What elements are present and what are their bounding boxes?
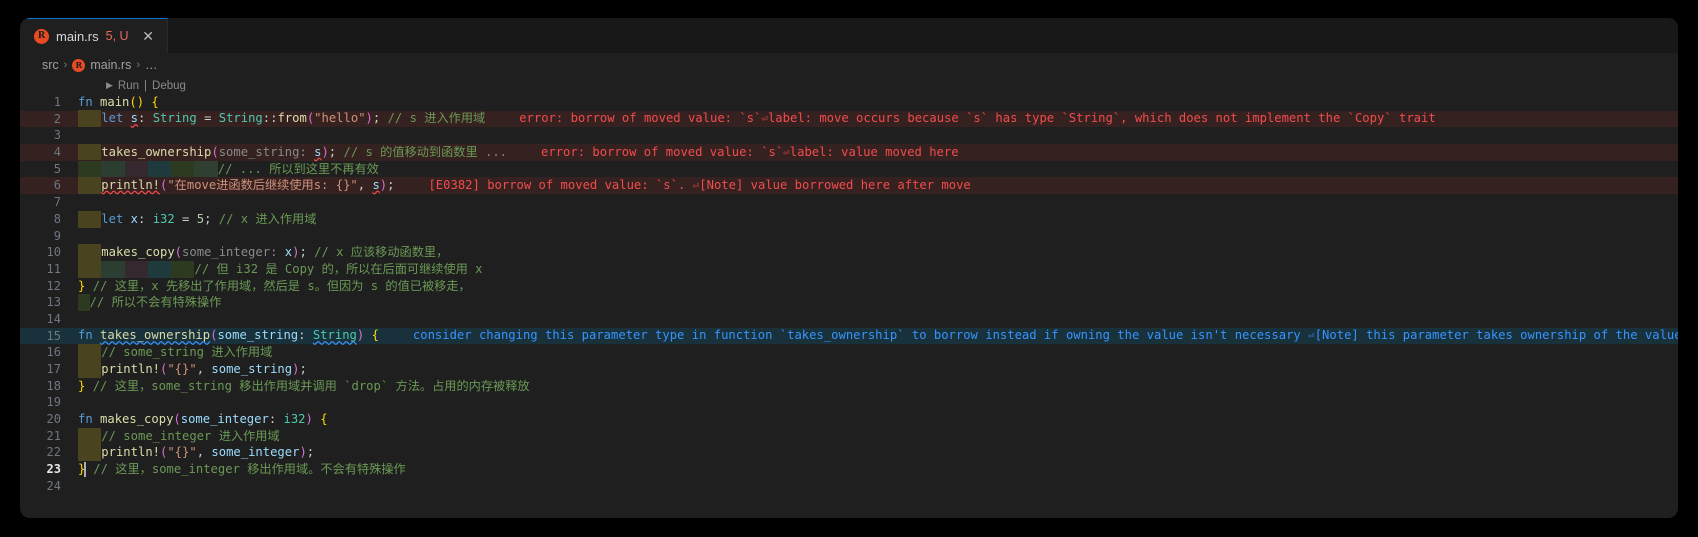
code-lens-debug[interactable]: Debug: [152, 80, 186, 92]
line-number: 15: [46, 328, 61, 343]
line-content: makes_copy(some_integer: x); // x 应该移动函数…: [78, 244, 1678, 261]
play-icon: ▶: [106, 80, 113, 90]
line-number: 19: [46, 395, 61, 410]
line-content: let x: i32 = 5; // x 进入作用域: [78, 210, 1678, 228]
editor-line: 13 // 所以不会有特殊操作: [20, 294, 1678, 311]
line-content: } // 这里，some_string 移出作用域并调用 `drop` 方法。占…: [78, 378, 530, 393]
line-number: 10: [46, 245, 61, 260]
editor-line: 8 let x: i32 = 5; // x 进入作用域: [20, 210, 1678, 228]
editor-line: 22 println!("{}", some_integer);: [20, 444, 1678, 462]
line-content: fn takes_ownership(some_string: String) …: [78, 327, 1678, 345]
editor-line: 14: [20, 311, 1678, 328]
line-number: 20: [46, 412, 61, 427]
line-number: 13: [46, 295, 61, 310]
line-number: 24: [46, 478, 61, 493]
breadcrumb-symbol-ellipsis[interactable]: …: [145, 58, 158, 72]
line-number: 3: [53, 128, 61, 143]
editor-line-error: 4 takes_ownership(some_string: s); // s …: [20, 143, 1678, 162]
line-content: } // 这里，x 先移出了作用域，然后是 s。但因为 s 的值已被移走，: [78, 278, 471, 293]
editor-line: 11 // 但 i32 是 Copy 的，所以在后面可继续使用 x: [20, 260, 1678, 278]
line-content: // ... 所以到这里不再有效: [78, 160, 1678, 178]
editor-tab-bar: R main.rs 5, U ✕: [20, 18, 1678, 53]
line-content: takes_ownership(some_string: s); // s 的值…: [78, 143, 1678, 162]
editor-line-hint: 15 fn takes_ownership(some_string: Strin…: [20, 327, 1678, 345]
editor-line: 12 } // 这里，x 先移出了作用域，然后是 s。但因为 s 的值已被移走，: [20, 278, 1678, 295]
line-number: 8: [53, 211, 61, 226]
line-number: 11: [46, 261, 61, 276]
editor-line-current: 23 } // 这里，some_integer 移出作用域。不会有特殊操作: [20, 461, 1678, 478]
diagnostic-line-6: [E0382] borrow of moved value: `s`. ⏎[No…: [428, 177, 971, 192]
breadcrumb-file-main-rs[interactable]: main.rs: [90, 58, 131, 72]
line-number: 21: [46, 428, 61, 443]
editor-line: 7: [20, 194, 1678, 211]
editor-line: 17 println!("{}", some_string);: [20, 361, 1678, 378]
editor-line: 9: [20, 228, 1678, 245]
rust-file-icon: R: [34, 28, 49, 44]
vscode-window: R main.rs 5, U ✕ src › R main.rs › … ▶ R…: [20, 18, 1678, 518]
line-number: 16: [46, 345, 61, 360]
editor-line-error: 2 let s: String = String::from("hello");…: [20, 110, 1678, 128]
editor-line: 19: [20, 394, 1678, 411]
tab-label: main.rs: [56, 28, 99, 44]
line-content: fn makes_copy(some_integer: i32) {: [78, 412, 328, 427]
line-number: 18: [46, 378, 61, 393]
line-content: fn main() {: [78, 95, 159, 109]
close-icon[interactable]: ✕: [140, 28, 157, 45]
editor-line: 10 makes_copy(some_integer: x); // x 应该移…: [20, 244, 1678, 261]
diagnostic-line-2: error: borrow of moved value: `s`⏎label:…: [519, 111, 1436, 126]
code-lens-run[interactable]: Run: [118, 80, 139, 92]
breadcrumb: src › R main.rs › …: [20, 53, 1678, 77]
line-number: 6: [53, 178, 61, 193]
line-number: 9: [53, 228, 61, 243]
line-number: 22: [46, 445, 61, 460]
chevron-right-icon-2: ›: [136, 59, 140, 71]
diagnostic-line-4: error: borrow of moved value: `s`⏎label:…: [541, 144, 959, 159]
line-number-current: 23: [46, 462, 61, 477]
line-content: // some_integer 进入作用域: [78, 427, 1678, 445]
text-cursor: [84, 462, 86, 478]
tab-main-rs[interactable]: R main.rs 5, U ✕: [20, 18, 168, 53]
tab-problem-badge: 5, U: [105, 29, 129, 43]
editor-line-error: 6 println!("在move进函数后继续使用s: {}", s); [E03…: [20, 176, 1678, 195]
line-content: // some_string 进入作用域: [78, 344, 1678, 361]
code-editor[interactable]: 1 fn main() { 2 let s: String = String::…: [20, 94, 1678, 518]
line-content: println!("{}", some_string);: [78, 361, 1678, 378]
line-number: 1: [53, 95, 61, 109]
editor-line: 20 fn makes_copy(some_integer: i32) {: [20, 411, 1678, 428]
line-content: let s: String = String::from("hello"); /…: [78, 110, 1678, 128]
line-number: 14: [46, 311, 61, 326]
editor-line: 1 fn main() {: [20, 94, 1678, 111]
line-number: 17: [46, 362, 61, 376]
line-number: 12: [46, 278, 61, 293]
line-content: // 但 i32 是 Copy 的，所以在后面可继续使用 x: [78, 260, 1678, 278]
line-content: println!("在move进函数后继续使用s: {}", s); [E0382…: [78, 176, 1678, 195]
code-lens-divider: |: [144, 79, 148, 92]
line-number: 5: [53, 161, 61, 176]
editor-line: 18 } // 这里，some_string 移出作用域并调用 `drop` 方…: [20, 378, 1678, 395]
editor-line: 21 // some_integer 进入作用域: [20, 427, 1678, 445]
editor-line: 24: [20, 478, 1678, 495]
line-number: 2: [53, 111, 61, 126]
line-content: } // 这里，some_integer 移出作用域。不会有特殊操作: [78, 462, 406, 478]
editor-line: 3: [20, 127, 1678, 144]
line-content: println!("{}", some_integer);: [78, 444, 1678, 462]
inlay-hint-some-string: some_string:: [218, 144, 307, 159]
code-lens-bar: ▶ Run | Debug: [20, 77, 1678, 94]
line-number: 4: [53, 145, 61, 160]
editor-line: 5 // ... 所以到这里不再有效: [20, 160, 1678, 178]
inlay-hint-some-integer: some_integer:: [182, 245, 278, 260]
chevron-right-icon: ›: [63, 59, 68, 71]
line-number: 7: [53, 195, 61, 210]
line-content: // 所以不会有特殊操作: [78, 294, 1678, 311]
editor-line: 16 // some_string 进入作用域: [20, 344, 1678, 361]
breadcrumb-folder-src[interactable]: src: [42, 58, 59, 72]
rust-file-icon-breadcrumb: R: [72, 58, 86, 72]
diagnostic-line-15: consider changing this parameter type in…: [412, 328, 1678, 343]
